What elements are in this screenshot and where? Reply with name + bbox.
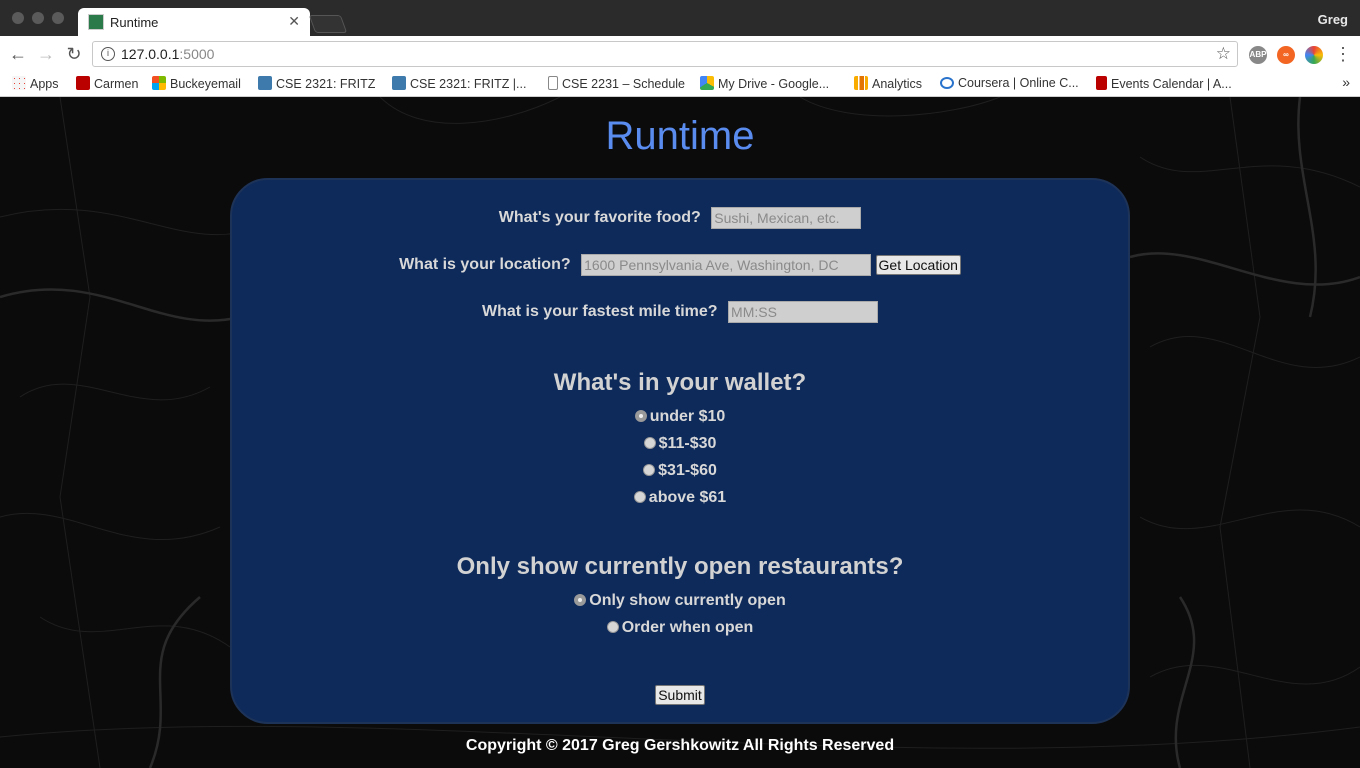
- url-host: 127.0.0.1: [121, 46, 180, 62]
- menu-kebab-icon[interactable]: ⋮: [1333, 44, 1353, 64]
- open-option-order-when-open[interactable]: Order when open: [232, 619, 1128, 637]
- wallet-option-under-10[interactable]: under $10: [232, 408, 1128, 426]
- profile-name[interactable]: Greg: [1318, 12, 1348, 27]
- browser-tab[interactable]: Runtime ✕: [78, 8, 310, 36]
- bookmark-cse2321-fritz-2[interactable]: CSE 2321: FRITZ |...: [392, 76, 526, 91]
- extension-infinity-icon[interactable]: ∞: [1277, 46, 1295, 64]
- bookmark-star-icon[interactable]: ☆: [1216, 44, 1231, 64]
- footer-copyright: Copyright © 2017 Greg Gershkowitz All Ri…: [465, 737, 895, 754]
- coursera-icon: [940, 77, 954, 89]
- color-wheel-extension-icon[interactable]: [1305, 46, 1323, 64]
- url-text: 127.0.0.1:5000: [121, 46, 214, 62]
- info-icon[interactable]: i: [101, 47, 115, 61]
- bookmark-analytics[interactable]: Analytics: [854, 76, 922, 91]
- radio-icon[interactable]: [643, 437, 656, 449]
- radio-icon[interactable]: [643, 464, 656, 476]
- piazza-icon: [258, 76, 272, 90]
- bookmark-label: Events Calendar | A...: [1111, 77, 1232, 91]
- url-port: :5000: [179, 46, 215, 62]
- bookmark-label: CSE 2321: FRITZ: [276, 77, 376, 91]
- google-drive-icon: [700, 76, 714, 90]
- open-option-label: Only show currently open: [589, 592, 786, 609]
- bookmark-google-drive[interactable]: My Drive - Google...: [700, 76, 829, 91]
- location-input[interactable]: 1600 Pennsylvania Ave, Washington, DC: [581, 254, 872, 276]
- analytics-icon: [854, 76, 868, 90]
- address-bar[interactable]: i 127.0.0.1:5000 ☆: [92, 41, 1238, 67]
- carmen-icon: [76, 76, 90, 90]
- food-label: What's your favorite food?: [498, 209, 701, 226]
- bookmark-label: CSE 2231 – Schedule: [562, 77, 686, 91]
- submit-row: Submit: [232, 685, 1128, 705]
- open-option-label: Order when open: [621, 619, 754, 636]
- bookmark-events-calendar[interactable]: Events Calendar | A...: [1096, 76, 1232, 91]
- bookmark-label: Coursera | Online C...: [958, 76, 1079, 90]
- bookmark-label: Buckeyemail: [170, 77, 241, 91]
- wallet-option-11-30[interactable]: $11-$30: [232, 435, 1128, 453]
- wallet-heading: What's in your wallet?: [553, 369, 807, 396]
- wallet-option-label: $11-$30: [658, 435, 717, 452]
- radio-icon[interactable]: [634, 410, 647, 422]
- bookmark-apps[interactable]: Apps: [12, 76, 59, 91]
- bookmark-label: Analytics: [872, 77, 923, 91]
- bookmark-coursera[interactable]: Coursera | Online C...: [940, 76, 1079, 90]
- bookmark-carmen[interactable]: Carmen: [76, 76, 138, 91]
- maximize-window-button[interactable]: [52, 12, 64, 24]
- location-row: What is your location? 1600 Pennsylvania…: [232, 254, 1128, 276]
- tab-close-icon[interactable]: ✕: [288, 13, 300, 30]
- submit-button[interactable]: Submit: [655, 685, 705, 705]
- bookmark-cse2321-fritz[interactable]: CSE 2321: FRITZ: [258, 76, 375, 91]
- piazza-icon: [392, 76, 406, 90]
- bookmark-label: CSE 2321: FRITZ |...: [410, 77, 527, 91]
- adblock-plus-icon[interactable]: ABP: [1249, 46, 1267, 64]
- bookmarks-bar: Apps Carmen Buckeyemail CSE 2321: FRITZ …: [0, 72, 1360, 97]
- bookmarks-overflow-icon[interactable]: »: [1342, 74, 1350, 90]
- browser-tabstrip: Runtime ✕ Greg: [0, 0, 1360, 36]
- wallet-option-label: $31-$60: [658, 462, 717, 479]
- radio-icon[interactable]: [633, 491, 646, 503]
- microsoft-icon: [152, 76, 166, 90]
- food-row: What's your favorite food? Sushi, Mexica…: [232, 207, 1128, 229]
- back-arrow-icon[interactable]: ←: [8, 44, 28, 64]
- food-input[interactable]: Sushi, Mexican, etc.: [711, 207, 862, 229]
- page-viewport: Runtime What's your favorite food? Sushi…: [0, 97, 1360, 768]
- browser-toolbar: ← → ↻ i 127.0.0.1:5000 ☆ ABP ∞ ⋮: [0, 36, 1360, 73]
- wallet-option-above-61[interactable]: above $61: [232, 489, 1128, 507]
- bookmark-buckeyemail[interactable]: Buckeyemail: [152, 76, 241, 91]
- site-favicon-icon: [88, 14, 104, 30]
- mile-row: What is your fastest mile time? MM:SS: [232, 301, 1128, 323]
- wallet-option-label: under $10: [649, 408, 726, 425]
- wallet-option-31-60[interactable]: $31-$60: [232, 462, 1128, 480]
- bookmark-label: Apps: [30, 77, 59, 91]
- close-window-button[interactable]: [12, 12, 24, 24]
- page-title: Runtime: [605, 114, 755, 158]
- calendar-icon: [1096, 76, 1107, 90]
- preferences-form: What's your favorite food? Sushi, Mexica…: [230, 178, 1130, 724]
- bookmark-label: Carmen: [94, 77, 139, 91]
- bookmark-cse2231-schedule[interactable]: CSE 2231 – Schedule: [548, 76, 685, 91]
- tab-title: Runtime: [110, 15, 159, 30]
- reload-icon[interactable]: ↻: [64, 44, 84, 64]
- get-location-button[interactable]: Get Location: [875, 255, 961, 275]
- mile-label: What is your fastest mile time?: [481, 303, 718, 320]
- radio-icon[interactable]: [574, 594, 587, 606]
- mile-time-input[interactable]: MM:SS: [728, 301, 879, 323]
- forward-arrow-icon[interactable]: →: [36, 44, 56, 64]
- radio-icon[interactable]: [606, 621, 619, 633]
- apps-grid-icon: [12, 76, 26, 90]
- wallet-option-label: above $61: [648, 489, 727, 506]
- open-heading: Only show currently open restaurants?: [456, 553, 904, 580]
- new-tab-button[interactable]: [308, 15, 348, 33]
- bookmark-label: My Drive - Google...: [718, 77, 830, 91]
- page-icon: [548, 76, 558, 90]
- minimize-window-button[interactable]: [32, 12, 44, 24]
- open-option-only-open[interactable]: Only show currently open: [232, 592, 1128, 610]
- location-label: What is your location?: [399, 256, 571, 273]
